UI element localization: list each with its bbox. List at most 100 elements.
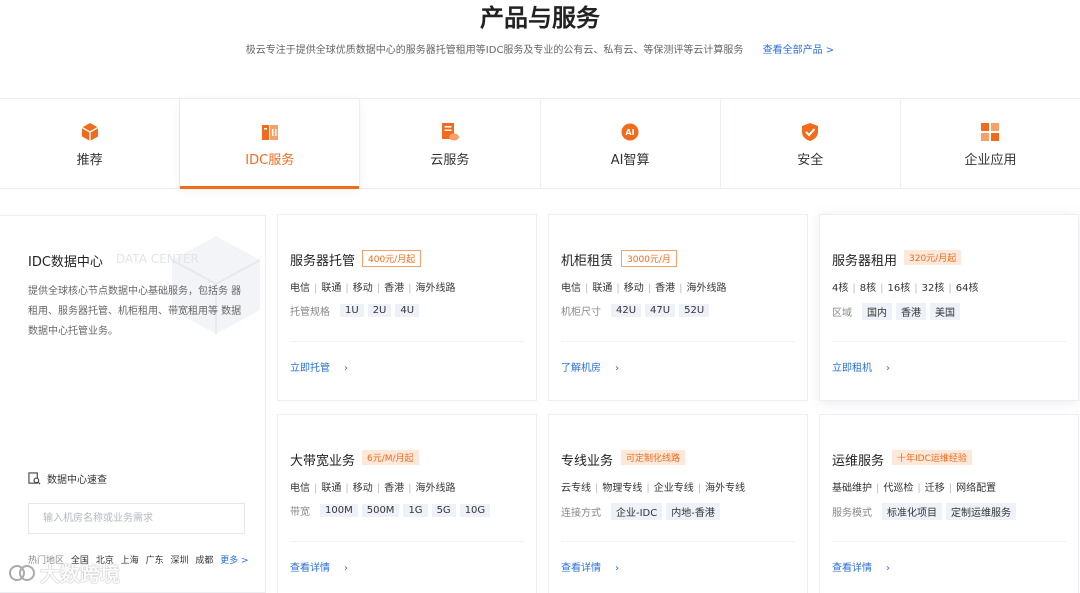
feature-item: 8核 [859,283,877,294]
card-action-link[interactable]: 查看详情 › [290,559,348,574]
chevron-right-icon: › [886,563,890,574]
spec-chip[interactable]: 国内 [862,303,892,320]
card-action-link[interactable]: 查看详情 › [832,559,890,574]
separator: | [917,483,921,494]
datacenter-search-input[interactable] [28,503,245,534]
region-link[interactable]: 广东 [146,556,164,566]
feature-list: 4核 | 8核 | 16核 | 32核 | 64核 [832,279,978,294]
product-card[interactable]: 大带宽业务 6元/M/月起 电信 | 联通 | 移动 | 香港 | 海外线路 带宽 100M 500M 1G… [277,414,537,593]
spec-chip[interactable]: 定制运维服务 [946,503,1016,520]
tab-ai[interactable]: AI AI智算 [541,99,721,188]
action-label: 了解机房 [561,363,601,374]
card-title: 服务器托管 [290,254,356,269]
feature-item: 海外专线 [705,483,746,494]
region-link[interactable]: 深圳 [170,556,188,566]
panel-title: IDC数据中心 [28,255,103,270]
spec-chip[interactable]: 1G [403,504,428,517]
separator: | [408,483,412,494]
product-card[interactable]: 服务器托管 400元/月起 电信 | 联通 | 移动 | 香港 | 海外线路 托管规格 1U 2U 4U 立即… [277,214,537,401]
separator: | [647,283,652,294]
tab-label: 企业应用 [964,153,1017,168]
subtitle-text: 极云专注于提供全球优质数据中心的服务器托管租用等IDC服务及专业的公有云、私有云… [245,45,744,56]
separator: | [314,283,318,294]
idc-intro-panel: IDC数据中心 DATA CENTER 提供全球核心节点数据中心基础服务，包括务… [0,215,266,593]
feature-item: 电信 [290,483,310,494]
spec-chip[interactable]: 2U [367,304,392,317]
feature-list: 云专线 | 物理专线 | 企业专线 | 海外专线 [561,479,745,494]
tab-idc[interactable]: IDC服务 [180,99,361,189]
separator: | [880,283,884,294]
more-regions-link[interactable]: 更多 > [220,556,248,566]
watermark: 大数跨境 [8,558,120,587]
spec-chip[interactable]: 1U [340,304,364,317]
card-action-link[interactable]: 立即租机 › [832,359,890,374]
spec-chip[interactable]: 10G [459,504,491,517]
spec-chip[interactable]: 香港 [896,303,926,320]
feature-item: 企业专线 [653,483,694,494]
action-label: 立即托管 [290,363,330,374]
spec-chip[interactable]: 企业-IDC [611,503,663,520]
feature-list: 电信 | 联通 | 移动 | 香港 | 海外线路 [290,279,456,294]
feature-item: 迁移 [924,483,945,494]
price-badge: 3000元/月 [621,250,677,267]
spec-chip[interactable]: 42U [611,304,642,317]
spec-chip[interactable]: 4U [395,304,420,317]
product-card[interactable]: 专线业务 可定制化线路 云专线 | 物理专线 | 企业专线 | 海外专线 连接方式 企业-IDC 内地… [548,414,808,593]
spec-chip[interactable]: 内地-香港 [666,503,720,520]
tab-recommend[interactable]: 推荐 [0,99,181,188]
tab-label: AI智算 [610,153,650,168]
card-title: 机柜租赁 [561,254,614,269]
separator: | [914,283,918,294]
feature-item: 物理专线 [602,483,643,494]
product-card[interactable]: 服务器租用 320元/月起 4核 | 8核 | 16核 | 32核 | 64核 区域 国内 香港 美国 立即租… [819,214,1079,401]
tab-cloud[interactable]: 云服务 [360,99,541,188]
search-doc-icon [28,472,41,485]
divider [290,341,524,342]
price-badge: 400元/月起 [362,250,422,267]
price-badge: 320元/月起 [904,250,962,265]
region-link[interactable]: 上海 [121,556,139,566]
region-link[interactable]: 成都 [195,556,213,566]
separator: | [616,283,620,294]
card-title: 服务器租用 [832,254,898,269]
spec-chip[interactable]: 5G [431,504,456,517]
spec-chip[interactable]: 美国 [930,303,960,320]
feature-item: 联通 [321,283,342,294]
feature-item: 电信 [290,283,310,294]
feature-item: 移动 [623,283,644,294]
divider [832,541,1066,542]
spec-chip[interactable]: 100M [320,504,358,517]
separator: | [345,483,349,494]
feature-item: 64核 [955,283,979,294]
separator: | [585,283,589,294]
feature-item: 32核 [921,283,945,294]
separator: | [948,283,952,294]
svg-text:AI: AI [626,128,635,137]
spec-chip[interactable]: 500M [361,504,400,517]
card-action-link[interactable]: 了解机房 › [561,359,619,374]
tab-label: 推荐 [76,153,103,168]
card-action-link[interactable]: 查看详情 › [561,559,619,574]
spec-chip[interactable]: 52U [679,304,710,317]
spec-label: 连接方式 [561,508,601,519]
view-all-products-link[interactable]: 查看全部产品 > [763,45,835,56]
product-card[interactable]: 机柜租赁 3000元/月 电信 | 联通 | 移动 | 香港 | 海外线路 机柜尺寸 42U 47U 52U… [548,214,808,401]
spec-label: 机柜尺寸 [561,307,601,318]
feature-item: 海外线路 [686,283,727,294]
card-action-link[interactable]: 立即托管 › [290,359,348,374]
tab-label: IDC服务 [245,153,295,168]
spec-chip[interactable]: 标准化项目 [882,503,942,520]
tab-security[interactable]: 安全 [721,99,901,188]
tab-label: 安全 [797,153,824,168]
spec-chip[interactable]: 47U [645,304,676,317]
feature-item: 云专线 [561,483,591,494]
tab-enterprise[interactable]: 企业应用 [901,99,1080,188]
shield-icon [799,121,821,143]
watermark-logo-icon [9,564,35,581]
separator: | [876,483,880,494]
chevron-right-icon: › [344,363,348,374]
feature-item: 4核 [832,283,849,294]
product-card[interactable]: 运维服务 十年IDC运维经验 基础维护 | 代巡检 | 迁移 | 网络配置 服务模式 标准化项目 定制… [819,414,1079,593]
separator: | [595,483,599,494]
lookup-label: 数据中心速查 [47,475,107,486]
